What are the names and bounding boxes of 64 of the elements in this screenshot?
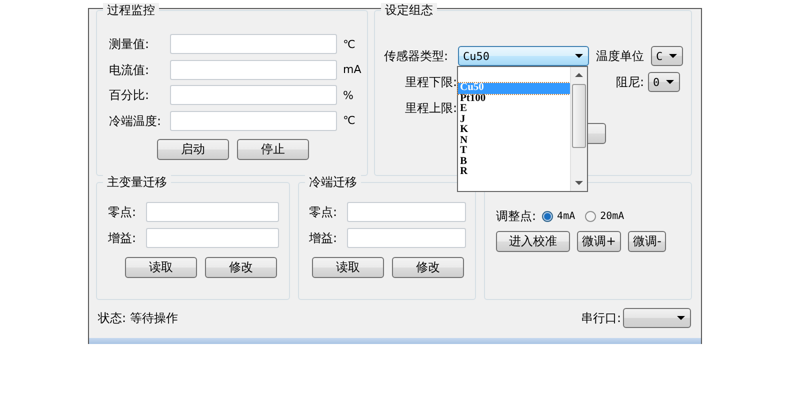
input-field[interactable]	[347, 228, 466, 248]
caret-icon	[666, 80, 674, 84]
dropdown[interactable]: 0	[648, 72, 680, 92]
button[interactable]: 微调+	[577, 231, 622, 252]
input-field[interactable]	[347, 202, 466, 222]
caret-icon	[677, 316, 685, 320]
button[interactable]: 微调-	[628, 231, 666, 252]
field-label: 里程下限:	[404, 74, 457, 91]
field-label: 增益:	[309, 230, 338, 247]
field-label: 测量值:	[109, 36, 150, 53]
input-field[interactable]	[146, 228, 279, 248]
unit-label: ℃	[343, 114, 356, 127]
scrollbar[interactable]	[570, 67, 587, 191]
list-item[interactable]: B	[458, 156, 570, 167]
field-label: 串行口:	[580, 310, 621, 327]
dropdown[interactable]	[623, 308, 691, 328]
button[interactable]: 停止	[237, 139, 309, 160]
input-field[interactable]	[146, 202, 279, 222]
button[interactable]: 启动	[157, 139, 229, 160]
list-item[interactable]: R	[458, 167, 570, 178]
field-label: 电流值:	[109, 62, 150, 78]
list-item[interactable]: T	[458, 146, 570, 156]
field-label: 零点:	[309, 204, 338, 221]
list-item[interactable]: E	[458, 104, 570, 114]
button[interactable]: 修改	[392, 257, 464, 278]
group-title: 过程监控	[103, 3, 159, 18]
field-label: 传感器类型:	[384, 48, 450, 65]
list-item[interactable]: K	[458, 125, 570, 136]
list-item[interactable]: J	[458, 114, 570, 125]
input-field[interactable]	[170, 85, 337, 105]
radio-button[interactable]	[585, 210, 596, 222]
input-field[interactable]	[170, 34, 337, 54]
list-item[interactable]: N	[458, 136, 570, 146]
field-label: 温度单位	[596, 48, 645, 65]
caret-icon	[575, 54, 583, 58]
radio-label: 20mA	[600, 210, 624, 222]
scroll-thumb[interactable]	[572, 84, 586, 148]
dropdown[interactable]: Cu50	[458, 46, 589, 66]
field-label: 零点:	[108, 204, 138, 221]
field-label: 冷端温度:	[109, 112, 162, 130]
caret-icon	[669, 54, 677, 58]
field-label: 里程上限:	[404, 100, 457, 117]
field-label: 增益:	[108, 230, 138, 247]
group-title: 主变量迁移	[103, 175, 171, 190]
unit-label: %	[343, 88, 354, 102]
unit-label: mA	[343, 63, 362, 76]
field-label: 阻尼:	[614, 74, 644, 91]
button[interactable]: 进入校准	[496, 231, 570, 252]
button[interactable]: 修改	[205, 257, 277, 278]
field-label: 调整点:	[496, 208, 536, 225]
button[interactable]: 读取	[125, 257, 197, 278]
unit-label: ℃	[343, 38, 356, 50]
scroll-down-icon[interactable]	[575, 181, 583, 185]
field-label: 百分比:	[109, 87, 150, 104]
radio-button[interactable]	[542, 210, 554, 222]
button[interactable]: 读取	[312, 257, 384, 278]
status-text: 状态: 等待操作	[98, 310, 178, 326]
scroll-up-icon[interactable]	[575, 73, 583, 77]
input-field[interactable]	[170, 60, 337, 80]
input-field[interactable]	[170, 110, 337, 130]
group-title: 冷端迁移	[305, 175, 361, 190]
radio-label: 4mA	[557, 210, 576, 222]
group-title: 设定组态	[381, 3, 437, 18]
dropdown[interactable]: C	[651, 46, 683, 66]
